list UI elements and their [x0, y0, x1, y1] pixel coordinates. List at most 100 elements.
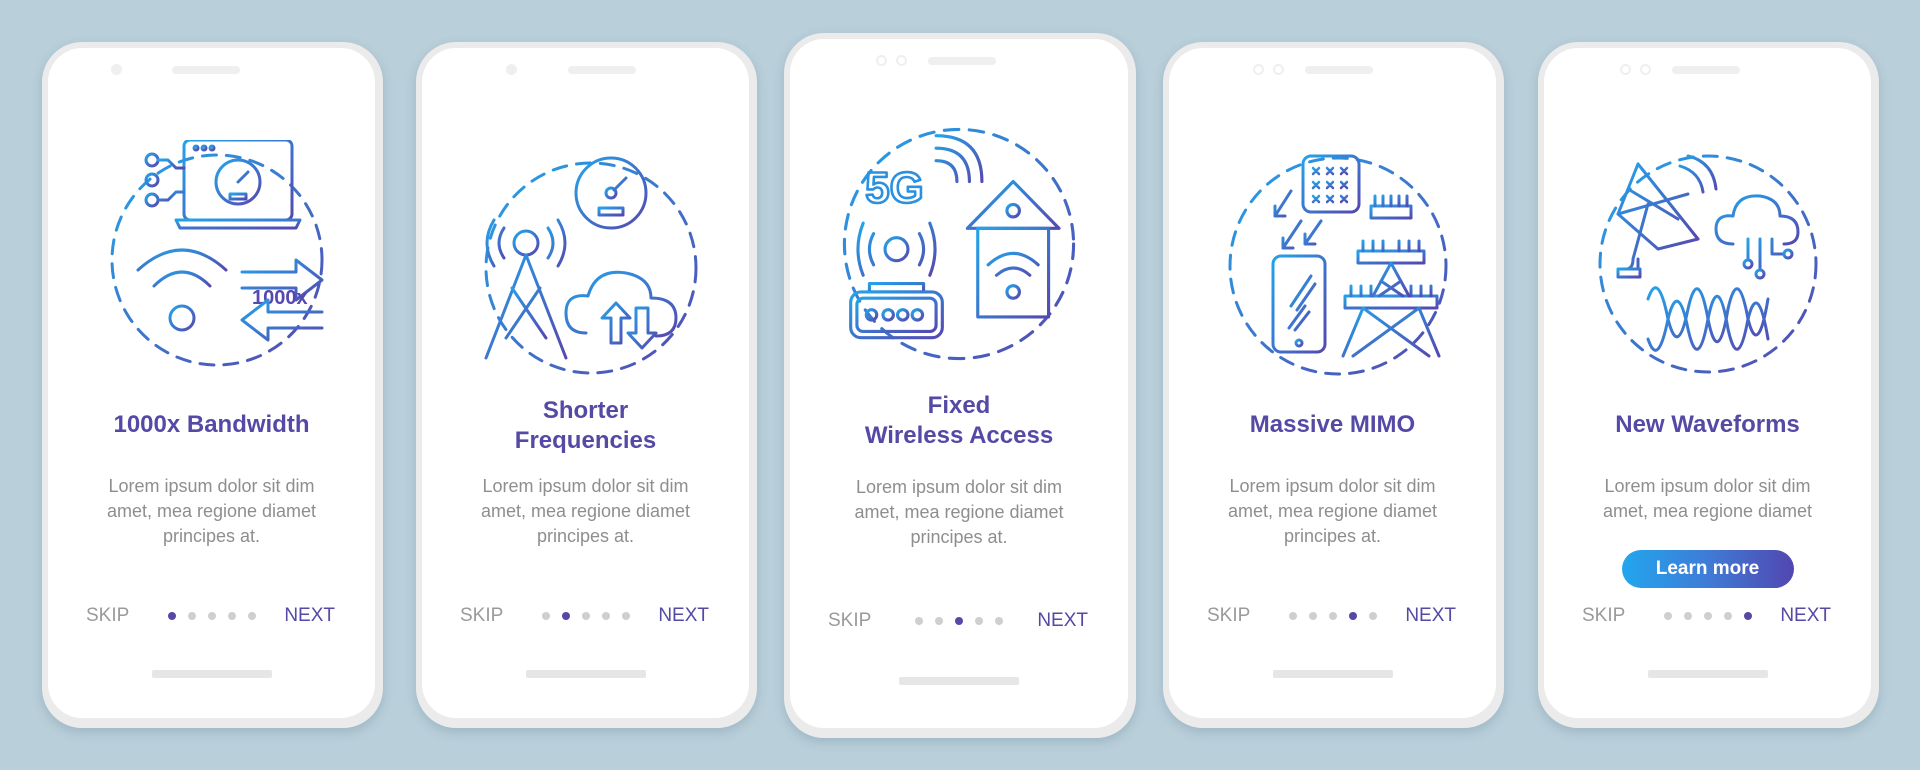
onboarding-nav: SKIP NEXT	[48, 604, 375, 628]
onboarding-nav: SKIP NEXT	[1169, 604, 1496, 628]
camera-ring	[896, 55, 907, 66]
description-line: Lorem ipsum dolor sit dim	[482, 476, 689, 496]
phone-notch	[790, 55, 1128, 69]
page-dot-1[interactable]	[1288, 612, 1297, 620]
onboarding-nav: SKIP NEXT	[1544, 604, 1871, 628]
page-dot-4[interactable]	[601, 612, 610, 620]
screen-description: Lorem ipsum dolor sit dim amet, mea regi…	[68, 474, 355, 549]
page-dot-4[interactable]	[975, 617, 983, 625]
home-indicator	[1272, 670, 1393, 678]
phone-screen-2: Shorter Frequencies Lorem ipsum dolor si…	[416, 42, 757, 728]
dashed-circle	[1228, 156, 1447, 376]
camera-dot	[111, 64, 122, 75]
signal-icon	[934, 134, 984, 184]
description-line: amet, mea regione diamet	[854, 502, 1064, 522]
speaker-bar	[172, 66, 240, 74]
home-indicator	[1647, 670, 1768, 678]
page-dot-1[interactable]	[1663, 612, 1672, 620]
title-line: Fixed	[927, 392, 991, 419]
page-dot-3[interactable]	[1703, 612, 1712, 620]
next-button[interactable]: NEXT	[658, 604, 709, 628]
cloud-icon	[1714, 194, 1799, 246]
page-dot-5[interactable]	[247, 612, 256, 620]
phone-screen-4: Massive MIMO Lorem ipsum dolor sit dim a…	[1163, 42, 1504, 728]
next-button[interactable]: NEXT	[1037, 609, 1088, 633]
screen-3: 5G Fixed Wireless Access Lorem ipsum dol…	[790, 39, 1128, 728]
5g-label: 5G	[865, 163, 923, 212]
camera-ring	[1640, 64, 1651, 75]
page-dot-5[interactable]	[995, 617, 1003, 625]
screen-2: Shorter Frequencies Lorem ipsum dolor si…	[422, 48, 749, 718]
page-indicator	[1288, 612, 1377, 620]
phone-notch	[422, 64, 749, 78]
skip-button[interactable]: SKIP	[86, 604, 129, 628]
screen-description: Lorem ipsum dolor sit dim amet, mea regi…	[1564, 474, 1851, 524]
camera-dot	[506, 64, 517, 75]
page-dot-2[interactable]	[935, 617, 943, 625]
page-dot-4[interactable]	[1348, 612, 1357, 620]
camera-ring	[1620, 64, 1631, 75]
title-line: Wireless Access	[864, 422, 1054, 449]
description-line: amet, mea regione diamet	[1602, 501, 1813, 521]
speedometer-icon	[574, 156, 647, 230]
screen-1: 1000x 1000x Bandwidth Lorem ipsum dolor …	[48, 48, 375, 718]
camera-ring	[1253, 64, 1264, 75]
screen-description: Lorem ipsum dolor sit dim amet, mea regi…	[810, 475, 1108, 550]
page-dot-5[interactable]	[621, 612, 630, 620]
description-line: principes at.	[536, 526, 635, 546]
screen-description: Lorem ipsum dolor sit dim amet, mea regi…	[1189, 474, 1476, 549]
page-dot-4[interactable]	[1723, 612, 1732, 620]
title-line: Frequencies	[514, 427, 657, 454]
phone-notch	[48, 64, 375, 78]
page-indicator	[915, 617, 1003, 625]
onboarding-nav: SKIP NEXT	[422, 604, 749, 628]
page-dot-1[interactable]	[915, 617, 923, 625]
page-indicator	[1663, 612, 1752, 620]
page-indicator	[167, 612, 256, 620]
description-line: principes at.	[162, 526, 261, 546]
router-icon	[883, 236, 910, 263]
page-dot-4[interactable]	[227, 612, 236, 620]
fixed-wireless-illustration: 5G	[834, 119, 1084, 369]
learn-more-button[interactable]: Learn more	[1621, 550, 1794, 588]
page-dot-1[interactable]	[167, 612, 176, 620]
page-dot-2[interactable]	[187, 612, 196, 620]
page-dot-2[interactable]	[1308, 612, 1317, 620]
skip-button[interactable]: SKIP	[460, 604, 503, 628]
skip-button[interactable]: SKIP	[1582, 604, 1625, 628]
skip-button[interactable]: SKIP	[828, 609, 871, 633]
next-button[interactable]: NEXT	[284, 604, 335, 628]
screen-title: New Waveforms	[1615, 411, 1800, 438]
title-line: Shorter	[542, 397, 629, 424]
description-line: Lorem ipsum dolor sit dim	[1604, 476, 1811, 496]
next-button[interactable]: NEXT	[1405, 604, 1456, 628]
screen-4: Massive MIMO Lorem ipsum dolor sit dim a…	[1169, 48, 1496, 718]
home-indicator	[899, 677, 1019, 685]
page-dot-3[interactable]	[207, 612, 216, 620]
page-indicator	[541, 612, 630, 620]
description-line: Lorem ipsum dolor sit dim	[1229, 476, 1436, 496]
phone-screen-3: 5G Fixed Wireless Access Lorem ipsum dol…	[784, 33, 1136, 738]
page-dot-1[interactable]	[541, 612, 550, 620]
skip-button[interactable]: SKIP	[1207, 604, 1250, 628]
page-dot-3[interactable]	[955, 617, 963, 625]
page-dot-5[interactable]	[1743, 612, 1752, 620]
arrow-icon	[1273, 189, 1292, 218]
screen-description: Lorem ipsum dolor sit dim amet, mea regi…	[442, 474, 729, 549]
page-dot-3[interactable]	[1328, 612, 1337, 620]
screen-title: 1000x Bandwidth	[113, 411, 310, 438]
cell-tower-icon	[512, 229, 539, 257]
description-line: amet, mea regione diamet	[480, 501, 691, 521]
next-button[interactable]: NEXT	[1780, 604, 1831, 628]
massive-mimo-illustration	[1213, 146, 1453, 386]
page-dot-2[interactable]	[1683, 612, 1692, 620]
description-line: principes at.	[910, 527, 1008, 547]
page-dot-5[interactable]	[1368, 612, 1377, 620]
page-dot-3[interactable]	[581, 612, 590, 620]
speaker-bar	[1672, 66, 1740, 74]
camera-ring	[876, 55, 887, 66]
page-dot-2[interactable]	[561, 612, 570, 620]
screen-title: Fixed Wireless Access	[790, 391, 1128, 451]
screen-title: Massive MIMO	[1249, 411, 1416, 438]
speaker-bar	[1305, 66, 1373, 74]
